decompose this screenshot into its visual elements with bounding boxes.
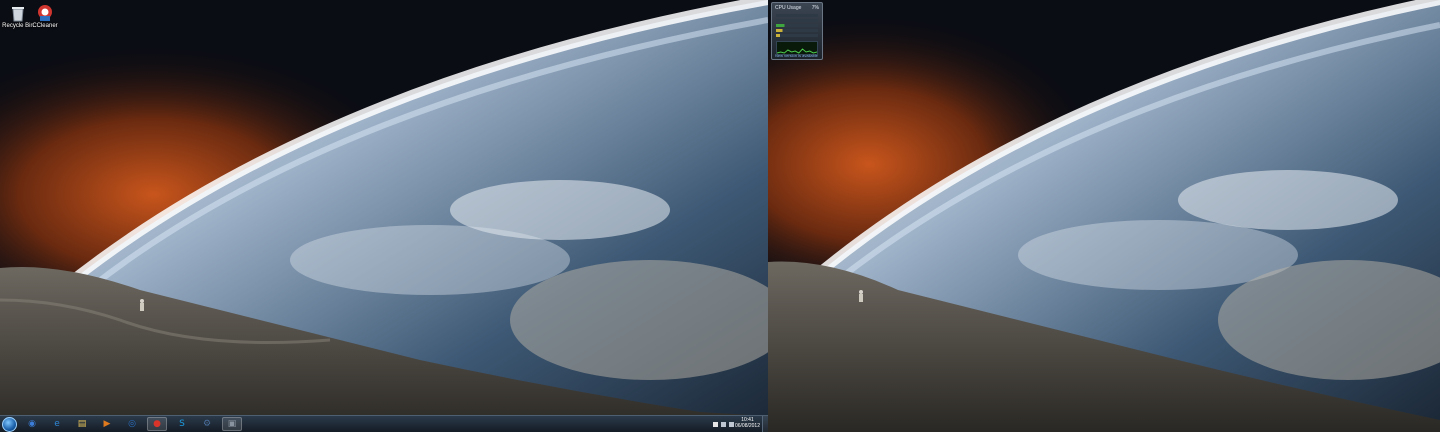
right-monitor: CPU Usage 7% New version is available bbox=[768, 0, 1440, 432]
left-monitor: Recycle Bin CCleaner ◉ e ▤ ▶ ◎ ● S ⚙ ▣ 10:41 06/… bbox=[0, 0, 768, 432]
taskbar-button[interactable]: ● bbox=[147, 417, 167, 431]
taskbar: ◉ e ▤ ▶ ◎ ● S ⚙ ▣ 10:41 06/08/2012 bbox=[0, 415, 768, 432]
app-icon: ▣ bbox=[227, 419, 237, 429]
taskbar-clock[interactable]: 10:41 06/08/2012 bbox=[735, 417, 760, 429]
windows-explorer-ie-icon: ◉ bbox=[28, 419, 36, 429]
taskbar-button[interactable]: e bbox=[47, 417, 67, 431]
gadget-percent: 7% bbox=[811, 5, 819, 11]
clock-date: 06/08/2012 bbox=[734, 423, 760, 429]
recycle-bin-icon bbox=[9, 4, 27, 22]
taskbar-button[interactable]: ⚙ bbox=[197, 417, 217, 431]
taskbar-button[interactable]: ▶ bbox=[97, 417, 117, 431]
media-player-icon: ▶ bbox=[103, 419, 111, 429]
gadget-row bbox=[776, 34, 818, 37]
taskbar-button[interactable]: ▣ bbox=[222, 417, 242, 431]
desktop-icon-label: CCleaner bbox=[32, 23, 58, 29]
gadget-title: CPU Usage bbox=[775, 5, 802, 11]
flag-icon[interactable] bbox=[713, 422, 718, 427]
taskbar-button[interactable]: ◎ bbox=[122, 417, 142, 431]
network-icon[interactable] bbox=[721, 422, 726, 427]
taskbar-button[interactable]: ◉ bbox=[22, 417, 42, 431]
steam-icon: ⚙ bbox=[202, 419, 212, 429]
gadget-update-link[interactable]: New version is available bbox=[775, 53, 818, 58]
volume-icon[interactable] bbox=[729, 422, 734, 427]
media-center-icon: ◎ bbox=[128, 419, 136, 429]
cpu-usage-gadget[interactable]: CPU Usage 7% New version is available bbox=[771, 2, 823, 60]
internet-explorer-icon: e bbox=[54, 419, 60, 429]
chrome-icon: ● bbox=[153, 419, 161, 429]
gadget-row bbox=[776, 19, 818, 22]
start-button[interactable] bbox=[2, 417, 17, 432]
space-earth-wallpaper bbox=[0, 0, 768, 432]
taskbar-button[interactable]: S bbox=[172, 417, 192, 431]
ccleaner-icon bbox=[36, 4, 54, 22]
gadget-row bbox=[776, 24, 818, 27]
desktop-icon-ccleaner[interactable]: CCleaner bbox=[27, 2, 63, 29]
taskbar-button[interactable]: ▤ bbox=[72, 417, 92, 431]
gadget-row bbox=[776, 29, 818, 32]
folder-icon: ▤ bbox=[77, 419, 87, 429]
space-earth-wallpaper bbox=[768, 0, 1440, 432]
system-tray bbox=[713, 418, 734, 431]
gadget-row bbox=[776, 14, 818, 17]
skype-icon: S bbox=[179, 419, 185, 429]
